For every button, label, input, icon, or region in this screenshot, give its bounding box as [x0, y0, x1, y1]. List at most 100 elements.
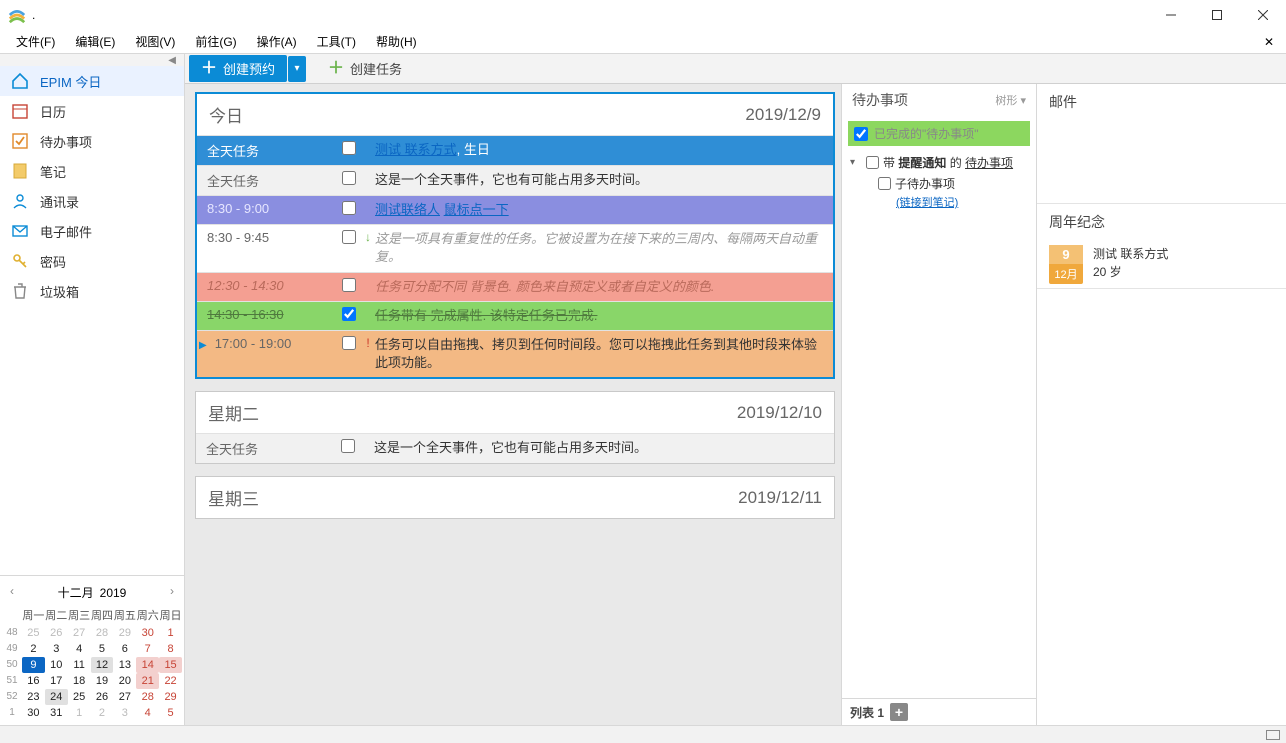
todo-root-row[interactable]: ▾ 带 提醒通知 的 待办事项	[850, 152, 1028, 173]
entry-link[interactable]: 鼠标点一下	[444, 202, 509, 217]
todos-view-mode[interactable]: 树形 ▾	[995, 92, 1026, 108]
todo-child-row[interactable]: 子待办事项	[850, 173, 1028, 194]
mini-cal-day[interactable]: 30	[136, 625, 159, 641]
new-task-button[interactable]: ＋创建任务	[316, 55, 414, 82]
todo-child-checkbox[interactable]	[878, 177, 891, 190]
mini-cal-day[interactable]: 25	[68, 689, 91, 705]
mini-cal-day[interactable]: 2	[22, 641, 45, 657]
todo-list-tab[interactable]: 列表 1	[850, 704, 884, 721]
sidebar-item-contacts[interactable]: 通讯录	[0, 186, 184, 216]
add-list-button[interactable]: +	[890, 703, 908, 721]
maximize-button[interactable]	[1194, 0, 1240, 30]
mini-cal-day[interactable]: 6	[113, 641, 136, 657]
mini-cal-day[interactable]: 28	[136, 689, 159, 705]
mini-cal-day[interactable]: 3	[113, 705, 136, 721]
mini-cal-year[interactable]: 2019	[100, 586, 127, 600]
completed-todo-checkbox[interactable]	[854, 127, 868, 141]
agenda-entry[interactable]: 8:30 - 9:45↓这是一项具有重复性的任务。它被设置为在接下来的三周内、每…	[197, 224, 833, 271]
menu-view[interactable]: 视图(V)	[125, 30, 185, 53]
entry-checkbox[interactable]	[342, 201, 356, 215]
close-button[interactable]	[1240, 0, 1286, 30]
menu-tools[interactable]: 工具(T)	[307, 30, 366, 53]
sidebar-item-todo[interactable]: 待办事项	[0, 126, 184, 156]
mini-cal-day[interactable]: 13	[113, 657, 136, 673]
new-appointment-dropdown[interactable]: ▾	[288, 56, 306, 82]
mini-cal-day[interactable]: 31	[45, 705, 68, 721]
mini-cal-day[interactable]: 24	[45, 689, 68, 705]
agenda-entry[interactable]: 8:30 - 9:00测试联络人 鼠标点一下	[197, 195, 833, 224]
layout-toggle-icon[interactable]	[1266, 730, 1280, 740]
mini-cal-next[interactable]: ›	[164, 584, 180, 598]
entry-checkbox[interactable]	[342, 336, 356, 350]
completed-todo-row[interactable]: 已完成的"待办事项"	[848, 121, 1030, 146]
mini-cal-day[interactable]: 26	[45, 625, 68, 641]
agenda-entry[interactable]: 全天任务这是一个全天事件，它也有可能占用多天时间。	[196, 433, 834, 463]
mini-cal-day[interactable]: 19	[91, 673, 114, 689]
mini-cal-day[interactable]: 16	[22, 673, 45, 689]
mini-cal-day[interactable]: 14	[136, 657, 159, 673]
mini-cal-day[interactable]: 25	[22, 625, 45, 641]
mini-cal-day[interactable]: 1	[68, 705, 91, 721]
entry-link[interactable]: 测试联络人	[375, 202, 440, 217]
mini-cal-day[interactable]: 23	[22, 689, 45, 705]
sidebar-collapse-toggle[interactable]: ◀	[0, 54, 184, 66]
mini-cal-day[interactable]: 21	[136, 673, 159, 689]
menu-edit[interactable]: 编辑(E)	[65, 30, 125, 53]
menu-file[interactable]: 文件(F)	[6, 30, 65, 53]
todo-root-checkbox[interactable]	[866, 156, 879, 169]
mini-cal-prev[interactable]: ‹	[4, 584, 20, 598]
menu-close-icon[interactable]: ✕	[1258, 35, 1280, 49]
mini-cal-day[interactable]: 30	[22, 705, 45, 721]
mini-cal-day[interactable]: 28	[91, 625, 114, 641]
mini-cal-day[interactable]: 10	[45, 657, 68, 673]
new-appointment-button[interactable]: ＋创建预约	[189, 55, 287, 82]
mini-cal-day[interactable]: 22	[159, 673, 182, 689]
menu-help[interactable]: 帮助(H)	[366, 30, 427, 53]
entry-checkbox[interactable]	[342, 307, 356, 321]
mini-cal-day[interactable]: 27	[68, 625, 91, 641]
mini-cal-day[interactable]: 4	[68, 641, 91, 657]
mini-cal-day[interactable]: 1	[159, 625, 182, 641]
agenda-entry[interactable]: 12:30 - 14:30任务可分配不同 背景色. 颜色来自预定义或者自定义的颜…	[197, 272, 833, 301]
mini-cal-day[interactable]: 5	[91, 641, 114, 657]
entry-checkbox[interactable]	[342, 230, 356, 244]
mini-cal-day[interactable]: 12	[91, 657, 114, 673]
expander-icon[interactable]: ▾	[850, 157, 862, 168]
sidebar-item-mail[interactable]: 电子邮件	[0, 216, 184, 246]
mini-cal-day[interactable]: 27	[113, 689, 136, 705]
sidebar-item-trash[interactable]: 垃圾箱	[0, 276, 184, 306]
mini-cal-day[interactable]: 15	[159, 657, 182, 673]
mini-cal-day[interactable]: 17	[45, 673, 68, 689]
entry-checkbox[interactable]	[341, 439, 355, 453]
entry-checkbox[interactable]	[342, 141, 356, 155]
sidebar-item-password[interactable]: 密码	[0, 246, 184, 276]
mini-cal-day[interactable]: 5	[159, 705, 182, 721]
mini-cal-day[interactable]: 9	[22, 657, 45, 673]
sidebar-item-home[interactable]: EPIM 今日	[0, 66, 184, 96]
mini-cal-day[interactable]: 11	[68, 657, 91, 673]
agenda-entry[interactable]: 全天任务测试 联系方式, 生日	[197, 135, 833, 165]
entry-checkbox[interactable]	[342, 171, 356, 185]
agenda-entry[interactable]: 14:30 - 16:30任务带有 完成属性. 该特定任务已完成.	[197, 301, 833, 330]
mini-cal-day[interactable]: 7	[136, 641, 159, 657]
sidebar-item-calendar[interactable]: 日历	[0, 96, 184, 126]
minimize-button[interactable]	[1148, 0, 1194, 30]
mini-cal-day[interactable]: 2	[91, 705, 114, 721]
entry-link[interactable]: 测试 联系方式	[375, 142, 457, 157]
mini-cal-day[interactable]: 4	[136, 705, 159, 721]
agenda-entry[interactable]: 全天任务这是一个全天事件，它也有可能占用多天时间。	[197, 165, 833, 195]
agenda-entry[interactable]: ▶17:00 - 19:00!任务可以自由拖拽、拷贝到任何时间段。您可以拖拽此任…	[197, 330, 833, 377]
mini-cal-day[interactable]: 20	[113, 673, 136, 689]
anniversary-item[interactable]: 9 12月 测试 联系方式 20 岁	[1037, 241, 1286, 288]
menu-action[interactable]: 操作(A)	[247, 30, 307, 53]
mini-cal-day[interactable]: 3	[45, 641, 68, 657]
mini-cal-day[interactable]: 29	[159, 689, 182, 705]
menu-go[interactable]: 前往(G)	[185, 30, 246, 53]
mini-cal-day[interactable]: 29	[113, 625, 136, 641]
sidebar-item-notes[interactable]: 笔记	[0, 156, 184, 186]
entry-checkbox[interactable]	[342, 278, 356, 292]
mini-cal-month[interactable]: 十二月	[58, 584, 94, 601]
mini-cal-day[interactable]: 18	[68, 673, 91, 689]
mini-cal-day[interactable]: 26	[91, 689, 114, 705]
todo-note-link[interactable]: (链接到笔记)	[896, 197, 958, 209]
